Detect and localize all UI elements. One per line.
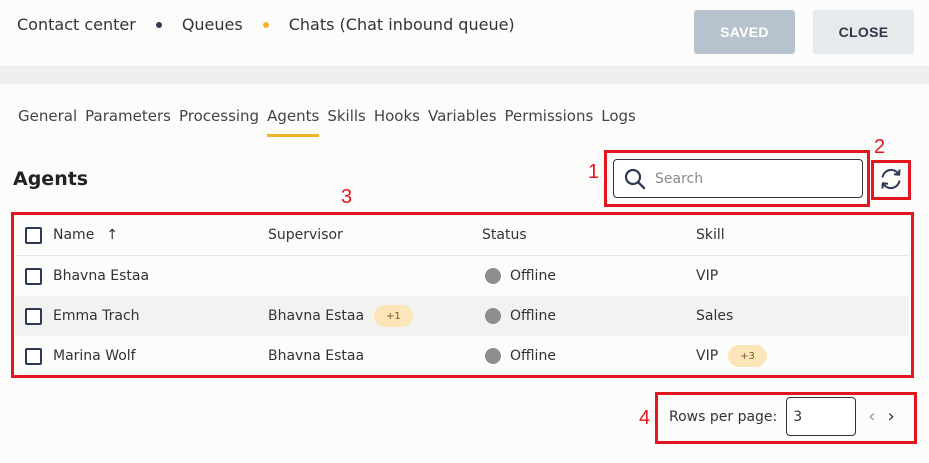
annotation-number: 2 — [874, 136, 886, 158]
annotation-box-pagination — [655, 392, 917, 444]
tab-processing[interactable]: Processing — [179, 107, 259, 137]
saved-button[interactable]: SAVED — [694, 10, 795, 54]
breadcrumb: Contact center Queues Chats (Chat inboun… — [17, 15, 515, 34]
close-button[interactable]: CLOSE — [813, 10, 914, 54]
tab-permissions[interactable]: Permissions — [505, 107, 594, 137]
annotation-number: 4 — [639, 407, 651, 429]
annotation-box-search — [604, 150, 870, 207]
top-bar: Contact center Queues Chats (Chat inboun… — [0, 0, 929, 66]
annotation-number: 3 — [341, 186, 353, 208]
breadcrumb-separator-dot — [155, 21, 162, 28]
tab-hooks[interactable]: Hooks — [374, 107, 420, 137]
tab-parameters[interactable]: Parameters — [85, 107, 171, 137]
annotation-box-table — [11, 212, 914, 378]
tab-general[interactable]: General — [18, 107, 77, 137]
breadcrumb-queues[interactable]: Queues — [182, 15, 243, 34]
tab-skills[interactable]: Skills — [327, 107, 366, 137]
tab-agents[interactable]: Agents — [267, 107, 320, 137]
annotation-number: 1 — [588, 161, 600, 183]
tab-bar: General Parameters Processing Agents Ski… — [18, 107, 644, 137]
breadcrumb-contact-center[interactable]: Contact center — [17, 15, 136, 34]
annotation-box-refresh — [871, 160, 911, 200]
breadcrumb-separator-dot — [262, 21, 269, 28]
section-title: Agents — [13, 168, 89, 190]
tab-logs[interactable]: Logs — [601, 107, 636, 137]
tab-variables[interactable]: Variables — [428, 107, 497, 137]
breadcrumb-current: Chats (Chat inbound queue) — [288, 15, 515, 34]
header-divider — [0, 66, 929, 84]
